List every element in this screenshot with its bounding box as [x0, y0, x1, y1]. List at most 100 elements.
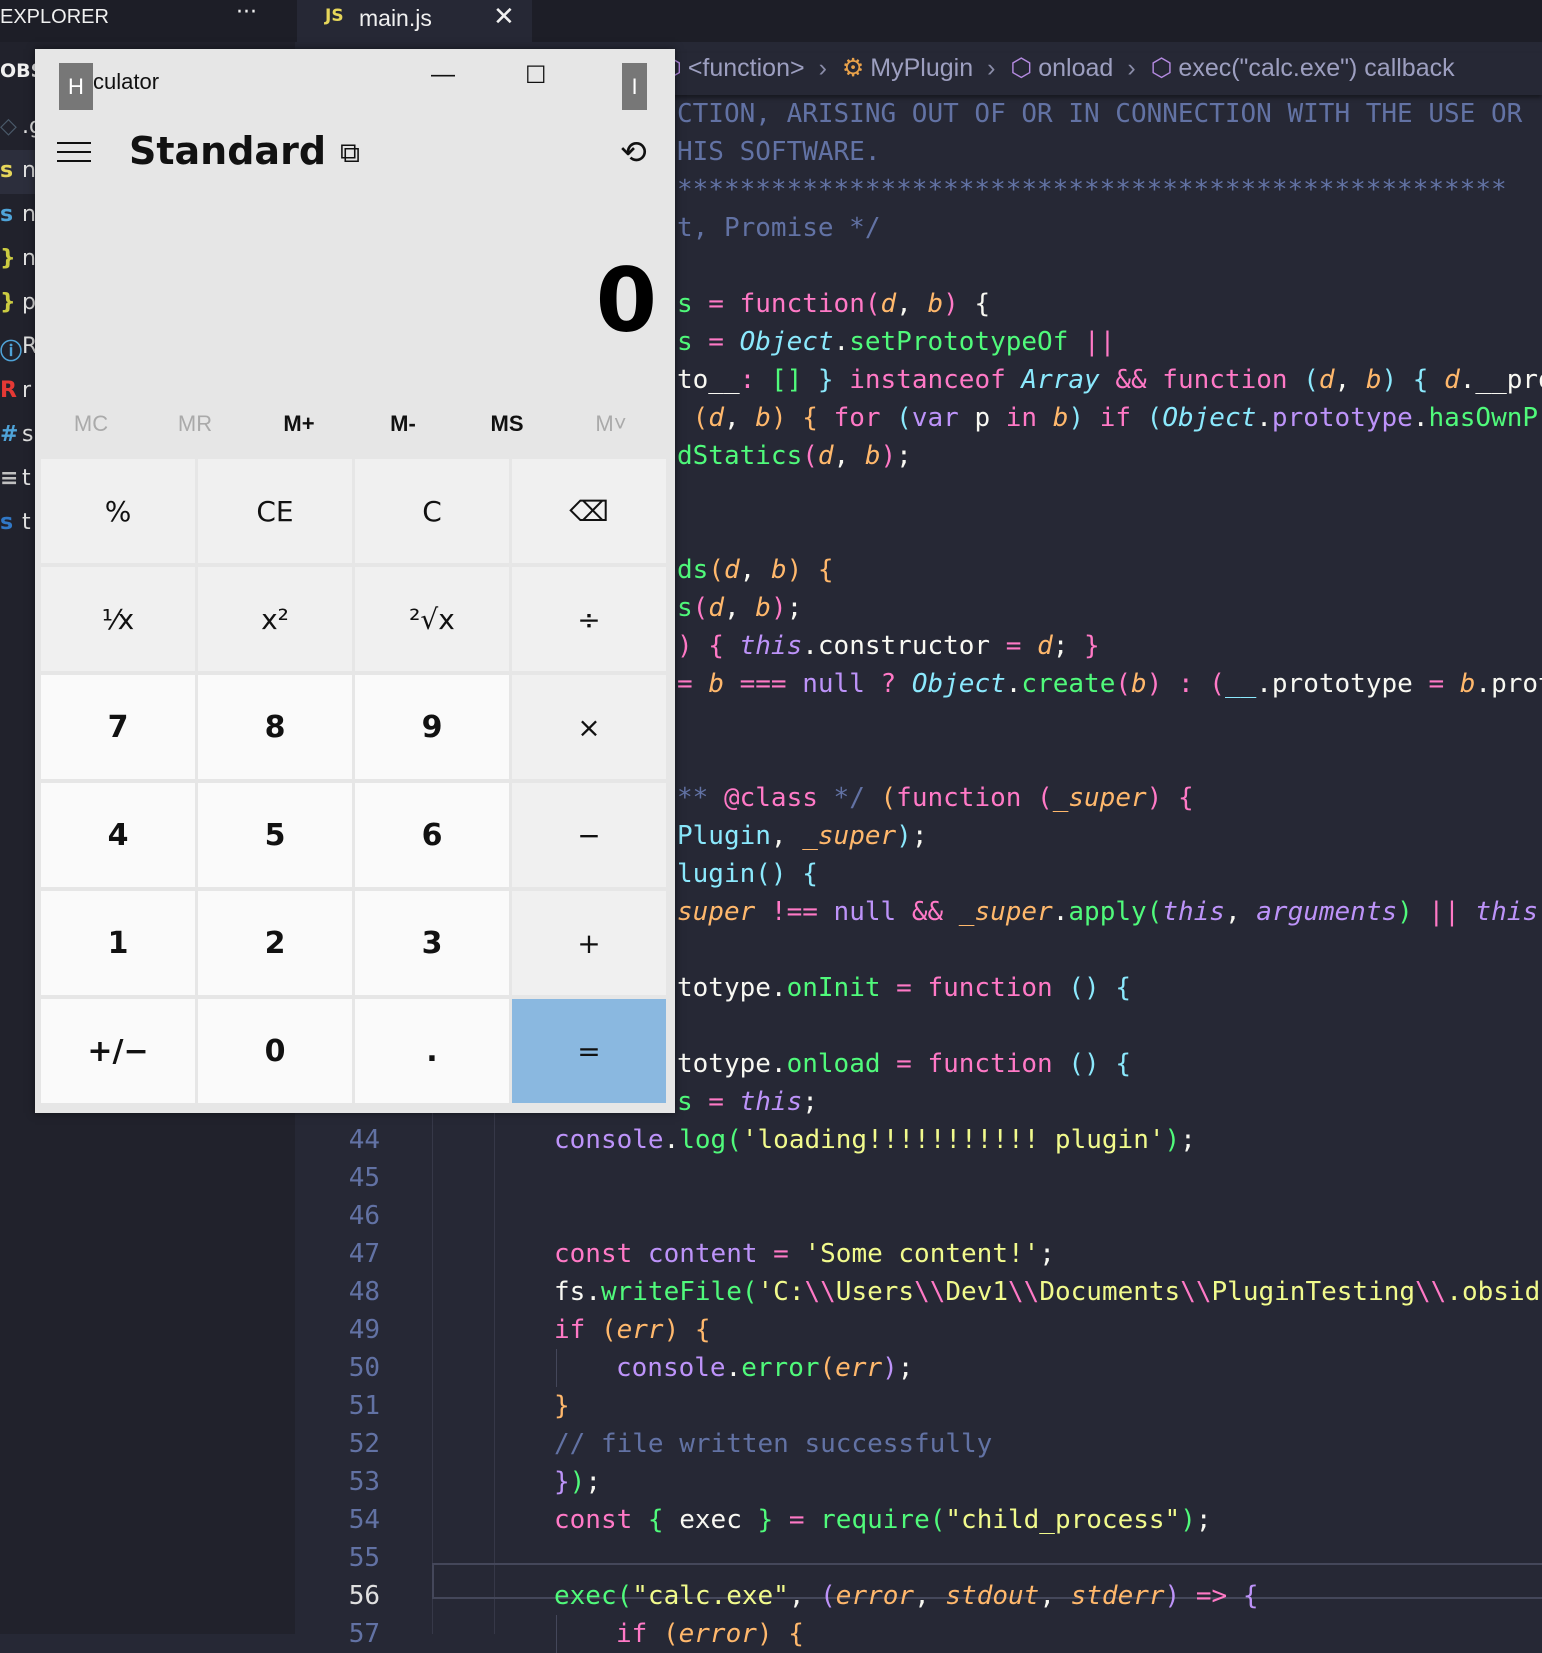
key-percent[interactable]: %: [41, 459, 195, 563]
key-reciprocal[interactable]: ⅟x: [41, 567, 195, 671]
line-number: 47: [348, 1239, 380, 1269]
code-token: .: [585, 1277, 601, 1307]
breadcrumb-item[interactable]: onload: [1038, 54, 1113, 82]
key-negate[interactable]: +/−: [41, 999, 195, 1103]
code-line[interactable]: (d, b) { for (var p in b) if (Object.pro…: [677, 399, 1542, 437]
line-number: 53: [348, 1467, 380, 1497]
code-line[interactable]: s = function(d, b) {: [677, 285, 990, 323]
code-token: ;: [786, 593, 803, 623]
code-token: fs: [554, 1277, 586, 1307]
key-clear[interactable]: C: [355, 459, 509, 563]
code-line[interactable]: console.log('loading!!!!!!!!!!! plugin')…: [554, 1121, 1196, 1159]
code-line[interactable]: const content = 'Some content!';: [554, 1235, 1055, 1273]
code-line[interactable]: if (error) {: [616, 1615, 804, 1653]
code-token: &&: [1099, 365, 1147, 395]
breadcrumb-item[interactable]: exec("calc.exe") callback: [1178, 54, 1454, 82]
breadcrumb-item[interactable]: <function>: [688, 54, 805, 82]
key-3[interactable]: 3: [355, 891, 509, 995]
code-token: lugin: [677, 859, 756, 889]
code-line[interactable]: HIS SOFTWARE.: [677, 133, 881, 171]
memory-button-mr[interactable]: MR: [143, 411, 247, 437]
memory-button-mc[interactable]: MC: [39, 411, 143, 437]
key-7[interactable]: 7: [41, 675, 195, 779]
code-line[interactable]: super !== null && _super.apply(this, arg…: [677, 893, 1542, 931]
code-line[interactable]: exec("calc.exe", (error, stdout, stderr)…: [554, 1577, 1258, 1615]
key-4[interactable]: 4: [41, 783, 195, 887]
code-line[interactable]: totype.onInit = function () {: [677, 969, 1131, 1007]
code-line[interactable]: ** @class */ (function (_super) {: [677, 779, 1194, 817]
code-line[interactable]: = b === null ? Object.create(b) : (__.pr…: [677, 665, 1542, 703]
code-line[interactable]: ) { this.constructor = d; }: [677, 627, 1100, 665]
code-line[interactable]: lugin() {: [677, 855, 818, 893]
code-line[interactable]: console.error(err);: [616, 1349, 913, 1387]
code-line[interactable]: const { exec } = require("child_process"…: [554, 1501, 1212, 1539]
code-token: to__: [677, 365, 740, 395]
key-6[interactable]: 6: [355, 783, 509, 887]
code-line[interactable]: totype.onload = function () {: [677, 1045, 1131, 1083]
code-token: =: [677, 669, 709, 699]
code-line[interactable]: CTION, ARISING OUT OF OR IN CONNECTION W…: [677, 95, 1522, 133]
memory-button-ms[interactable]: MS: [455, 411, 559, 437]
code-token: ,: [914, 1581, 946, 1611]
key-5[interactable]: 5: [198, 783, 352, 887]
code-token: */: [817, 783, 865, 813]
code-line[interactable]: });: [554, 1463, 601, 1501]
key-multiply[interactable]: ×: [512, 675, 666, 779]
minimize-button[interactable]: —: [431, 61, 455, 89]
code-line[interactable]: // file written successfully: [554, 1425, 992, 1463]
key-add[interactable]: +: [512, 891, 666, 995]
key-backspace[interactable]: ⌫: [512, 459, 666, 563]
code-line[interactable]: fs.writeFile('C:\\Users\\Dev1\\Documents…: [554, 1273, 1542, 1311]
code-token: b: [755, 403, 771, 433]
key-equals[interactable]: =: [512, 999, 666, 1103]
memory-button-mminus[interactable]: M-: [351, 411, 455, 437]
code-line[interactable]: dStatics(d, b);: [677, 437, 912, 475]
calculator-window[interactable]: H culator — ☐ I Standard ⧉ ⟲ 0 MC MR M+ M- M…: [35, 49, 675, 1113]
key-divide[interactable]: ÷: [512, 567, 666, 671]
result-display: 0: [595, 249, 657, 352]
code-token: this: [739, 631, 803, 661]
key-subtract[interactable]: −: [512, 783, 666, 887]
menu-icon[interactable]: [57, 142, 91, 162]
key-8[interactable]: 8: [198, 675, 352, 779]
more-actions-button[interactable]: ···: [236, 0, 257, 25]
code-token: \\: [1415, 1277, 1447, 1307]
code-token: (: [616, 1581, 633, 1611]
history-icon[interactable]: ⟲: [620, 133, 647, 171]
code-line[interactable]: }: [554, 1387, 570, 1425]
tab-main-js[interactable]: JS main.js ✕: [297, 0, 532, 42]
indent-guide: [556, 1349, 557, 1387]
code-line[interactable]: s = this;: [677, 1083, 818, 1121]
maximize-button[interactable]: ☐: [525, 61, 547, 90]
close-tab-icon[interactable]: ✕: [493, 2, 515, 32]
key-clear-entry[interactable]: CE: [198, 459, 352, 563]
code-line[interactable]: s = Object.setPrototypeOf ||: [677, 323, 1115, 361]
code-token: p: [958, 403, 991, 433]
key-1[interactable]: 1: [41, 891, 195, 995]
code-line[interactable]: ****************************************…: [677, 171, 1507, 209]
code-line[interactable]: t, Promise */: [677, 209, 881, 247]
code-token: :: [1162, 669, 1210, 699]
code-line[interactable]: ds(d, b) {: [677, 551, 834, 589]
key-9[interactable]: 9: [355, 675, 509, 779]
code-token: ): [677, 631, 693, 661]
breadcrumb-item[interactable]: MyPlugin: [870, 54, 973, 82]
keep-on-top-icon[interactable]: ⧉: [340, 137, 360, 170]
code-line[interactable]: if (err) {: [554, 1311, 711, 1349]
code-line[interactable]: to__: [] } instanceof Array && function …: [677, 361, 1542, 399]
memory-button-m[interactable]: M˅: [559, 411, 663, 437]
key-square[interactable]: x²: [198, 567, 352, 671]
code-token: =: [773, 1505, 821, 1535]
code-token: stderr: [1070, 1581, 1165, 1611]
code-line[interactable]: Plugin, _super);: [677, 817, 927, 855]
code-token: const: [554, 1505, 633, 1535]
code-token: apply: [1068, 897, 1147, 927]
key-2[interactable]: 2: [198, 891, 352, 995]
memory-button-mplus[interactable]: M+: [247, 411, 351, 437]
key-decimal[interactable]: .: [355, 999, 509, 1103]
file-name: t: [22, 510, 31, 535]
key-square-root[interactable]: ²√x: [355, 567, 509, 671]
key-0[interactable]: 0: [198, 999, 352, 1103]
method-icon: ⬡: [1150, 54, 1173, 82]
code-line[interactable]: s(d, b);: [677, 589, 802, 627]
